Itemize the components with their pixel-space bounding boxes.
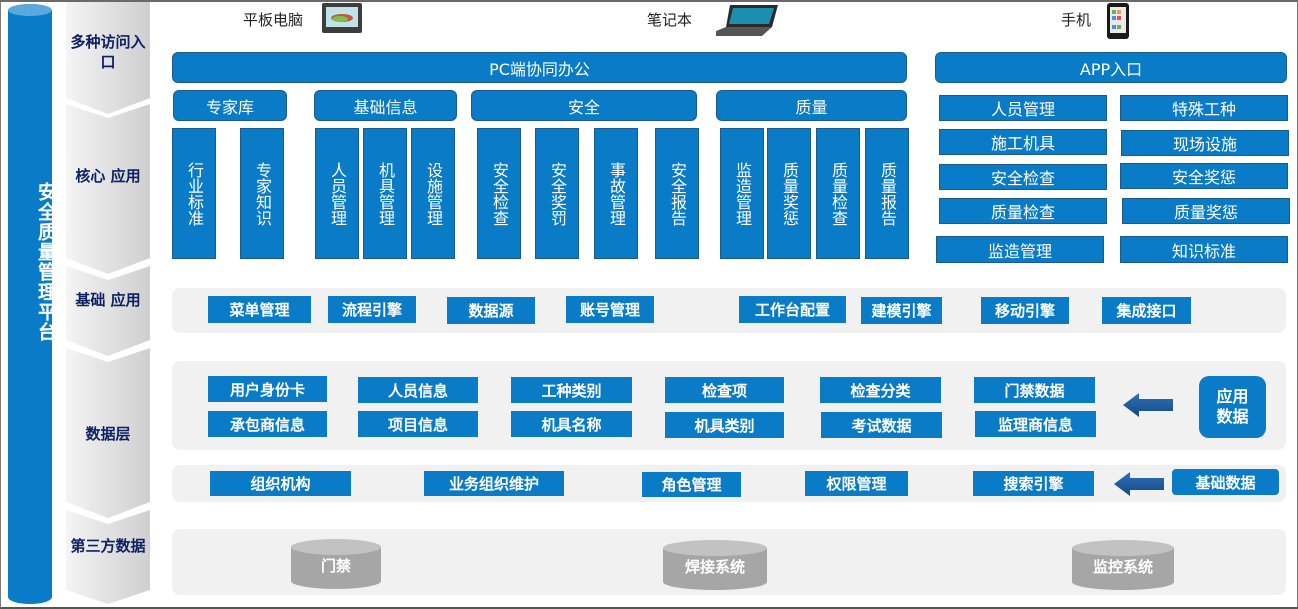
database-label: 门禁 (320, 557, 351, 575)
layer-core: 核心 应用 (66, 104, 150, 274)
group-header-basic-info[interactable]: 基础信息 (314, 90, 457, 121)
base-app-chip[interactable]: 数据源 (447, 297, 535, 324)
platform-pillar: 安全质量管理平台 (8, 4, 57, 604)
base-app-chip[interactable]: 集成接口 (1102, 297, 1191, 324)
arrow-left-icon (1114, 472, 1164, 496)
base-app-chip[interactable]: 移动引擎 (981, 297, 1069, 324)
base-data-chip[interactable]: 角色管理 (642, 472, 741, 497)
app-item[interactable]: 安全检查 (939, 164, 1107, 190)
layer-label: 基础 应用 (75, 291, 141, 309)
app-data-source[interactable]: 应用数据 (1199, 376, 1266, 438)
base-app-chip[interactable]: 账号管理 (566, 296, 654, 323)
core-module[interactable]: 行业标准 (172, 128, 216, 259)
app-item[interactable]: 人员管理 (939, 95, 1107, 121)
app-entry-bar[interactable]: APP入口 (935, 52, 1287, 83)
app-item[interactable]: 施工机具 (939, 129, 1107, 155)
layer-label: 数据层 (85, 425, 131, 443)
phone-icon (1107, 3, 1129, 39)
app-data-chip[interactable]: 工种类别 (511, 377, 632, 403)
chevron-icon (66, 104, 150, 274)
device-tablet-label: 平板电脑 (243, 11, 304, 29)
core-module[interactable]: 安全检查 (477, 128, 521, 259)
group-header-quality[interactable]: 质量 (716, 90, 907, 121)
base-app-chip[interactable]: 菜单管理 (208, 296, 311, 323)
core-module[interactable]: 质量报告 (865, 128, 909, 259)
database-label: 焊接系统 (684, 558, 745, 576)
app-data-chip[interactable]: 机具名称 (511, 411, 632, 437)
app-data-chip[interactable]: 人员信息 (358, 377, 478, 403)
core-module[interactable]: 设施管理 (411, 128, 455, 259)
base-data-chip[interactable]: 业务组织维护 (424, 471, 564, 496)
app-data-chip[interactable]: 考试数据 (821, 412, 942, 438)
core-module[interactable]: 机具管理 (363, 128, 407, 259)
database-label: 监控系统 (1092, 558, 1153, 576)
layer-base: 基础 应用 (66, 266, 150, 356)
arrow-left-icon (1123, 393, 1173, 417)
app-data-chip[interactable]: 项目信息 (358, 411, 478, 437)
third-party-db[interactable]: 门禁 (291, 539, 381, 589)
layer-data: 数据层 (66, 348, 150, 518)
chevron-icon (66, 510, 150, 604)
core-module[interactable]: 安全报告 (655, 128, 699, 259)
base-data-chip[interactable]: 权限管理 (805, 471, 908, 496)
group-header-safety[interactable]: 安全 (471, 90, 697, 121)
app-item[interactable]: 监造管理 (936, 236, 1104, 263)
app-data-chip[interactable]: 检查项 (665, 377, 784, 403)
app-item[interactable]: 安全奖惩 (1120, 163, 1288, 189)
app-item[interactable]: 知识标准 (1120, 236, 1288, 263)
layer-label: 第三方数据 (70, 537, 146, 555)
app-item[interactable]: 质量检查 (939, 198, 1107, 224)
base-app-chip[interactable]: 流程引擎 (328, 296, 416, 323)
core-module[interactable]: 人员管理 (315, 128, 359, 259)
core-module[interactable]: 质量检查 (816, 128, 860, 259)
layer-third: 第三方数据 (66, 510, 150, 604)
app-data-chip[interactable]: 承包商信息 (208, 411, 327, 437)
device-laptop-label: 笔记本 (647, 11, 693, 29)
app-data-chip[interactable]: 机具类别 (665, 412, 784, 438)
app-item[interactable]: 特殊工种 (1120, 95, 1288, 121)
pc-entry-bar[interactable]: PC端协同办公 (172, 52, 907, 83)
tablet-icon (322, 3, 362, 33)
platform-title: 安全质量管理平台 (35, 182, 57, 342)
app-data-chip[interactable]: 门禁数据 (974, 377, 1095, 403)
app-data-chip[interactable]: 检查分类 (820, 377, 941, 403)
base-data-chip[interactable]: 组织机构 (210, 471, 351, 496)
chevron-icon (66, 266, 150, 356)
base-app-chip[interactable]: 工作台配置 (739, 296, 846, 323)
base-app-chip[interactable]: 建模引擎 (861, 297, 942, 324)
app-data-chip[interactable]: 用户身份卡 (208, 376, 327, 402)
core-module[interactable]: 安全奖罚 (535, 128, 579, 259)
app-data-chip[interactable]: 监理商信息 (975, 411, 1096, 437)
base-data-chip[interactable]: 搜索引擎 (973, 471, 1094, 496)
third-party-db[interactable]: 监控系统 (1072, 540, 1174, 590)
layer-label: 多种访问入口 (70, 33, 146, 71)
app-item[interactable]: 质量奖惩 (1122, 198, 1290, 224)
laptop-icon (716, 5, 778, 36)
core-module[interactable]: 事故管理 (594, 128, 638, 259)
app-item[interactable]: 现场设施 (1121, 130, 1289, 156)
layer-label: 核心 应用 (75, 167, 141, 185)
layer-access: 多种访问入口 (66, 2, 150, 114)
third-party-db[interactable]: 焊接系统 (663, 540, 767, 590)
base-data-source[interactable]: 基础数据 (1172, 469, 1279, 495)
core-module[interactable]: 质量奖惩 (767, 128, 811, 259)
device-phone-label: 手机 (1061, 11, 1092, 29)
core-module[interactable]: 专家知识 (240, 128, 284, 259)
group-header-expert[interactable]: 专家库 (173, 90, 287, 121)
core-module[interactable]: 监造管理 (720, 128, 764, 259)
